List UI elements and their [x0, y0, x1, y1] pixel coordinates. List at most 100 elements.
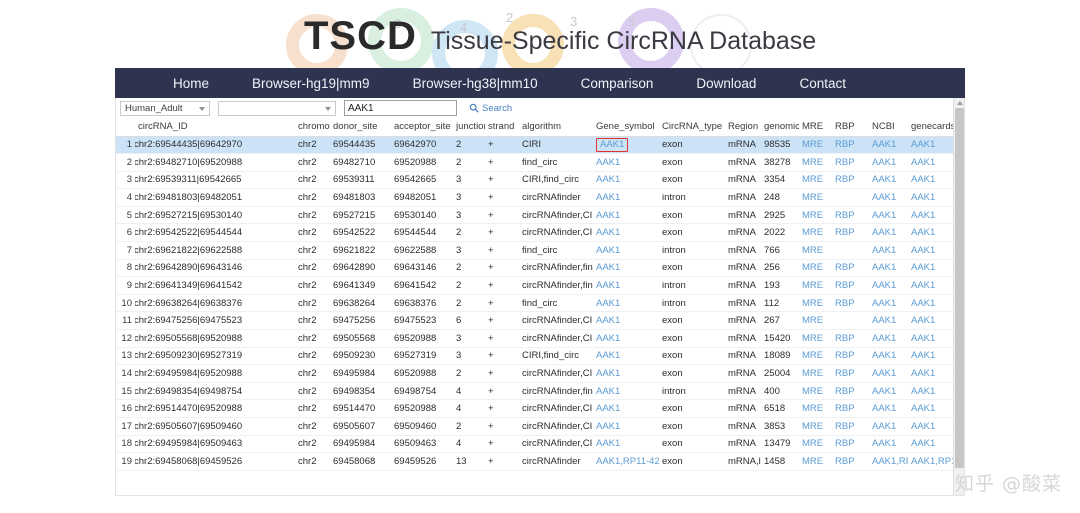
cell-genecards-link[interactable]: AAK1	[911, 386, 935, 397]
species-select[interactable]: Human_Adult	[120, 101, 210, 116]
table-row[interactable]: 7chr2:69621822|69622588chr26962182269622…	[116, 242, 956, 260]
site-logo[interactable]: TSCD Tissue-Specific CircRNA Database	[304, 16, 816, 56]
nav-item-browser-hg38[interactable]: Browser-hg38|mm10	[413, 76, 538, 91]
vertical-scrollbar[interactable]	[953, 98, 964, 496]
cell-ncbi-link[interactable]: AAK1	[872, 350, 896, 361]
cell-mre-link[interactable]: MRE	[802, 139, 823, 150]
cell-rbp-link[interactable]: RBP	[835, 403, 855, 414]
cell-gene-symbol-link[interactable]: AAK1,RP11-427H3.3	[596, 456, 659, 467]
cell-ncbi-link[interactable]: AAK1,RP11-427H3.3	[872, 456, 908, 467]
cell-gene-symbol-link[interactable]: AAK1	[596, 350, 620, 361]
scrollbar-thumb[interactable]	[955, 108, 964, 468]
col-mre[interactable]: MRE	[799, 118, 832, 136]
cell-genecards-link[interactable]: AAK1	[911, 350, 935, 361]
cell-ncbi-link[interactable]: AAK1	[872, 280, 896, 291]
cell-mre-link[interactable]: MRE	[802, 350, 823, 361]
cell-genecards-link[interactable]: AAK1	[911, 262, 935, 273]
cell-gene-symbol-link[interactable]: AAK1	[596, 227, 620, 238]
cell-rbp-link[interactable]: RBP	[835, 210, 855, 221]
cell-gene-symbol-link[interactable]: AAK1	[596, 280, 620, 291]
col-acceptor-site[interactable]: acceptor_site	[391, 118, 453, 136]
table-row[interactable]: 9chr2:69641349|69641542chr26964134969641…	[116, 277, 956, 295]
cell-rbp-link[interactable]: RBP	[835, 350, 855, 361]
cell-gene-symbol-link[interactable]: AAK1	[596, 438, 620, 449]
cell-mre-link[interactable]: MRE	[802, 403, 823, 414]
cell-ncbi-link[interactable]: AAK1	[872, 298, 896, 309]
cell-rbp-link[interactable]: RBP	[835, 139, 855, 150]
cell-rbp-link[interactable]: RBP	[835, 174, 855, 185]
col-ncbi[interactable]: NCBI	[869, 118, 908, 136]
cell-gene-symbol-link[interactable]: AAK1	[596, 174, 620, 185]
cell-ncbi-link[interactable]: AAK1	[872, 315, 896, 326]
cell-genecards-link[interactable]: AAK1	[911, 139, 935, 150]
col-donor-site[interactable]: donor_site	[330, 118, 391, 136]
table-row[interactable]: 6chr2:69542522|69544544chr26954252269544…	[116, 224, 956, 242]
cell-mre-link[interactable]: MRE	[802, 315, 823, 326]
cell-ncbi-link[interactable]: AAK1	[872, 386, 896, 397]
cell-mre-link[interactable]: MRE	[802, 245, 823, 256]
cell-rbp-link[interactable]: RBP	[835, 386, 855, 397]
table-row[interactable]: 13chr2:69509230|69527319chr2695092306952…	[116, 347, 956, 365]
cell-mre-link[interactable]: MRE	[802, 368, 823, 379]
cell-ncbi-link[interactable]: AAK1	[872, 333, 896, 344]
cell-genecards-link[interactable]: AAK1	[911, 174, 935, 185]
cell-mre-link[interactable]: MRE	[802, 298, 823, 309]
col-gene-symbol[interactable]: Gene_symbol	[593, 118, 659, 136]
nav-item-browser-hg19[interactable]: Browser-hg19|mm9	[252, 76, 370, 91]
table-row[interactable]: 11chr2:69475256|69475523chr2694752566947…	[116, 312, 956, 330]
cell-mre-link[interactable]: MRE	[802, 280, 823, 291]
cell-ncbi-link[interactable]: AAK1	[872, 210, 896, 221]
col-region[interactable]: Region	[725, 118, 761, 136]
cell-gene-symbol-link[interactable]: AAK1	[596, 386, 620, 397]
table-row[interactable]: 1chr2:69544435|69642970chr26954443569642…	[116, 136, 956, 154]
cell-rbp-link[interactable]: RBP	[835, 157, 855, 168]
search-input[interactable]	[344, 100, 457, 116]
cell-genecards-link[interactable]: AAK1	[911, 315, 935, 326]
cell-rbp-link[interactable]: RBP	[835, 438, 855, 449]
cell-ncbi-link[interactable]: AAK1	[872, 174, 896, 185]
cell-genecards-link[interactable]: AAK1	[911, 368, 935, 379]
cell-mre-link[interactable]: MRE	[802, 210, 823, 221]
tissue-select[interactable]	[218, 101, 336, 116]
cell-genecards-link[interactable]: AAK1	[911, 403, 935, 414]
nav-item-home[interactable]: Home	[173, 76, 209, 91]
cell-genecards-link[interactable]: AAK1	[911, 157, 935, 168]
cell-rbp-link[interactable]: RBP	[835, 298, 855, 309]
cell-genecards-link[interactable]: AAK1,RP11-427H3.3	[911, 456, 956, 467]
cell-gene-symbol-link[interactable]: AAK1	[596, 210, 620, 221]
cell-rbp-link[interactable]: RBP	[835, 333, 855, 344]
table-row[interactable]: 15chr2:69498354|69498754chr2694983546949…	[116, 382, 956, 400]
search-button[interactable]: Search	[469, 103, 512, 114]
col-genomic[interactable]: genomic	[761, 118, 799, 136]
cell-gene-symbol-link[interactable]: AAK1	[596, 315, 620, 326]
cell-mre-link[interactable]: MRE	[802, 192, 823, 203]
cell-rbp-link[interactable]: RBP	[835, 456, 855, 467]
cell-mre-link[interactable]: MRE	[802, 421, 823, 432]
scroll-up-icon[interactable]	[957, 101, 963, 105]
cell-mre-link[interactable]: MRE	[802, 438, 823, 449]
table-row[interactable]: 19chr2:69458068|69459526chr2694580686945…	[116, 453, 956, 471]
nav-item-download[interactable]: Download	[696, 76, 756, 91]
results-table-scroll[interactable]: circRNA_ID chromos donor_site acceptor_s…	[116, 118, 965, 496]
col-strand[interactable]: strand	[485, 118, 519, 136]
cell-mre-link[interactable]: MRE	[802, 174, 823, 185]
cell-gene-symbol-link[interactable]: AAK1	[596, 333, 620, 344]
cell-mre-link[interactable]: MRE	[802, 227, 823, 238]
cell-rbp-link[interactable]: RBP	[835, 368, 855, 379]
cell-genecards-link[interactable]: AAK1	[911, 333, 935, 344]
cell-rbp-link[interactable]: RBP	[835, 421, 855, 432]
cell-genecards-link[interactable]: AAK1	[911, 227, 935, 238]
col-circrna-type[interactable]: CircRNA_type	[659, 118, 725, 136]
table-row[interactable]: 3chr2:69539311|69542665chr26953931169542…	[116, 171, 956, 189]
col-chromos[interactable]: chromos	[295, 118, 330, 136]
cell-gene-symbol-link[interactable]: AAK1	[596, 403, 620, 414]
col-rbp[interactable]: RBP	[832, 118, 869, 136]
cell-gene-symbol-link[interactable]: AAK1	[596, 368, 620, 379]
cell-gene-symbol-link[interactable]: AAK1	[596, 421, 620, 432]
col-junction[interactable]: junction	[453, 118, 485, 136]
col-circrna-id[interactable]: circRNA_ID	[135, 118, 295, 136]
cell-genecards-link[interactable]: AAK1	[911, 192, 935, 203]
cell-mre-link[interactable]: MRE	[802, 386, 823, 397]
table-row[interactable]: 17chr2:69505607|69509460chr2695056076950…	[116, 418, 956, 436]
cell-genecards-link[interactable]: AAK1	[911, 210, 935, 221]
